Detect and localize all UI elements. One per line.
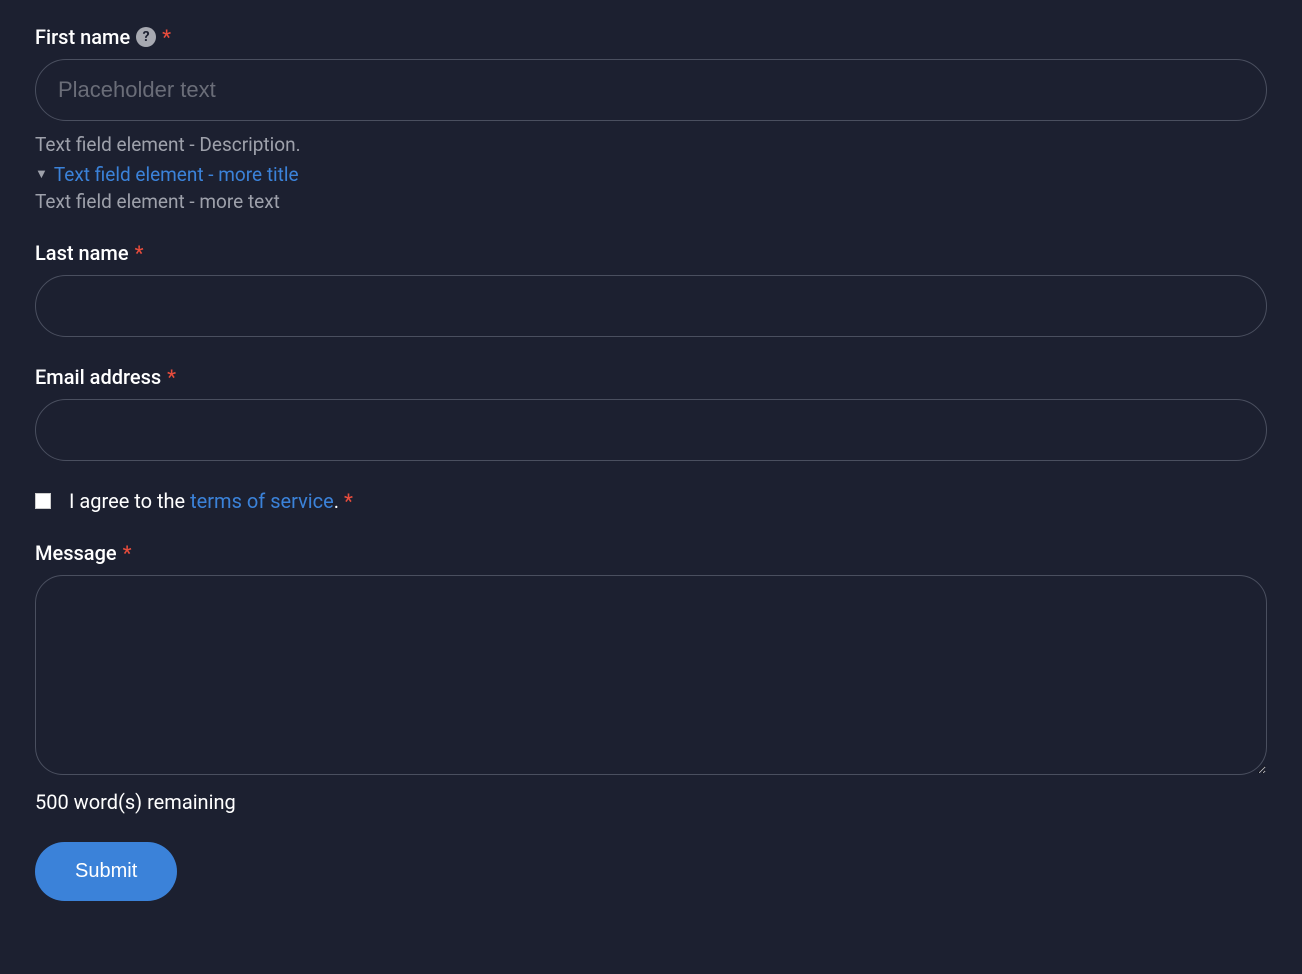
agree-label[interactable]: I agree to the terms of service. * xyxy=(35,489,1267,513)
required-marker: * xyxy=(167,365,176,389)
first-name-more-link[interactable]: Text field element - more title xyxy=(54,163,299,186)
required-marker: * xyxy=(162,25,171,49)
last-name-input[interactable] xyxy=(35,275,1267,337)
required-marker: * xyxy=(123,541,132,565)
required-marker: * xyxy=(344,489,353,513)
message-textarea[interactable] xyxy=(35,575,1267,775)
message-label: Message xyxy=(35,541,117,565)
submit-button[interactable]: Submit xyxy=(35,842,177,901)
agree-suffix: . xyxy=(334,489,339,513)
first-name-group: First name ? * Text field element - Desc… xyxy=(35,25,1267,213)
email-group: Email address * xyxy=(35,365,1267,461)
first-name-description: Text field element - Description. xyxy=(35,131,1267,159)
agree-checkbox[interactable] xyxy=(35,493,51,509)
agree-prefix: I agree to the xyxy=(69,489,190,513)
last-name-label: Last name xyxy=(35,241,129,265)
message-label-row: Message * xyxy=(35,541,1267,565)
first-name-more-text: Text field element - more text xyxy=(35,190,1267,213)
help-icon[interactable]: ? xyxy=(136,27,156,47)
email-label-row: Email address * xyxy=(35,365,1267,389)
first-name-label-row: First name ? * xyxy=(35,25,1267,49)
first-name-more-toggle[interactable]: ▼ Text field element - more title xyxy=(35,163,1267,186)
email-input[interactable] xyxy=(35,399,1267,461)
message-group: Message * 500 word(s) remaining xyxy=(35,541,1267,814)
first-name-label: First name xyxy=(35,25,130,49)
required-marker: * xyxy=(135,241,144,265)
word-count: 500 word(s) remaining xyxy=(35,790,1267,814)
terms-of-service-link[interactable]: terms of service xyxy=(190,489,334,513)
agree-text-wrapper: I agree to the terms of service. * xyxy=(69,489,353,513)
email-label: Email address xyxy=(35,365,161,389)
last-name-group: Last name * xyxy=(35,241,1267,337)
triangle-down-icon: ▼ xyxy=(35,166,48,182)
first-name-input[interactable] xyxy=(35,59,1267,121)
last-name-label-row: Last name * xyxy=(35,241,1267,265)
agree-group: I agree to the terms of service. * xyxy=(35,489,1267,513)
